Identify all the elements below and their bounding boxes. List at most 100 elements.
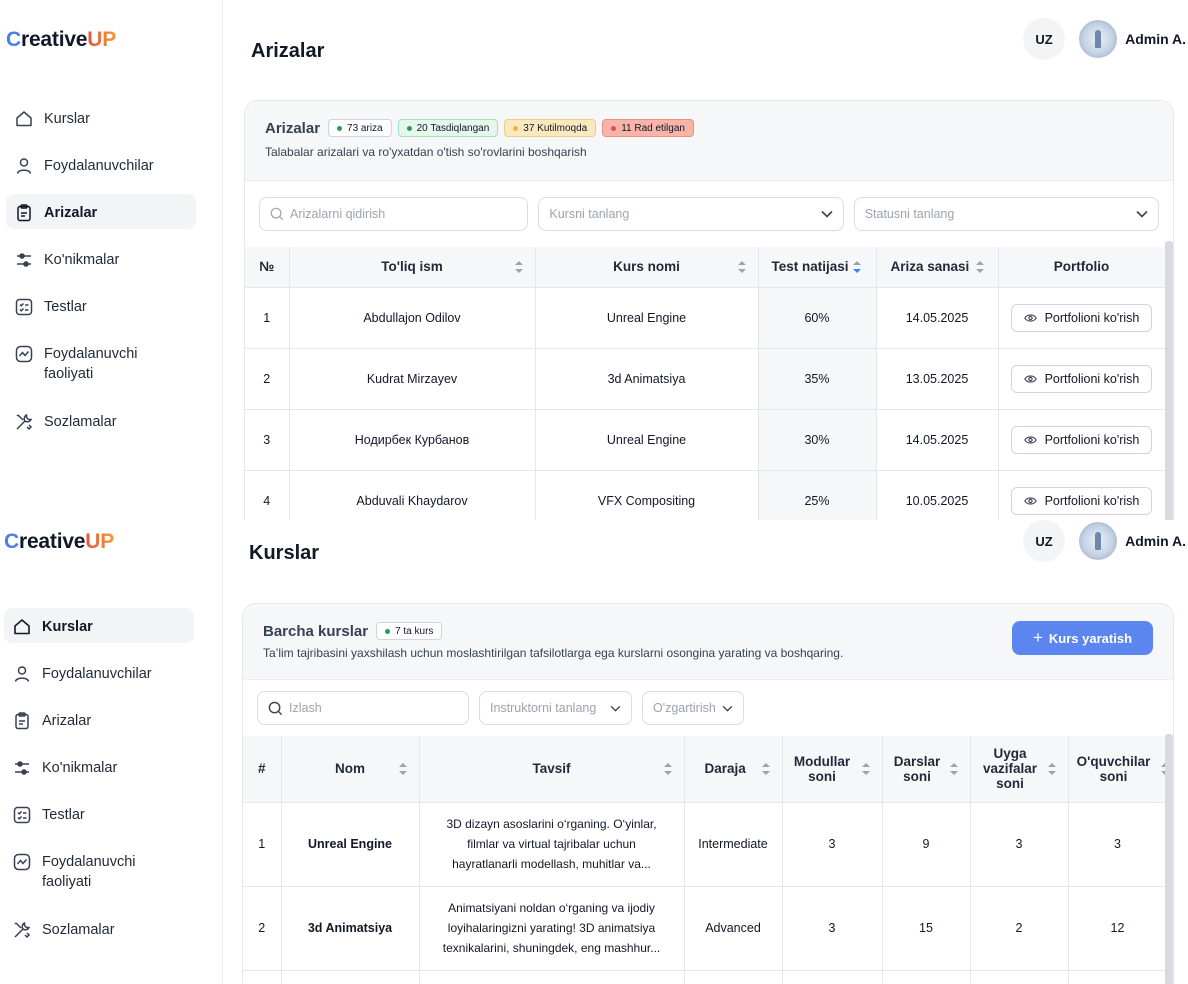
tools-icon <box>14 412 34 432</box>
table-row: 4 Abduvali Khaydarov VFX Compositing 25%… <box>245 470 1166 520</box>
applicant-name: Нодирбек Курбанов <box>289 409 536 471</box>
view-portfolio-button[interactable]: Portfolioni ko'rish <box>1010 303 1153 332</box>
chevron-down-icon <box>610 705 621 712</box>
sort-icon <box>949 762 958 775</box>
applications-card: Arizalar 73 ariza 20 Tasdiqlangan 37 Kutilm… <box>244 100 1174 520</box>
col-test-result[interactable]: Test natijasi <box>758 247 877 288</box>
row-number: 2 <box>245 348 290 410</box>
sidebar-item-label: Kurslar <box>44 111 90 127</box>
row-number: 1 <box>245 287 290 349</box>
table-row <box>243 970 1168 984</box>
table-scrollbar[interactable] <box>1165 241 1173 520</box>
course-level: Intermediate <box>684 802 783 887</box>
test-score: 25% <box>758 470 877 520</box>
col-fullname[interactable]: To'liq ism <box>289 247 536 288</box>
eye-icon <box>1023 435 1037 444</box>
user-name[interactable]: Admin A. <box>1125 31 1186 47</box>
user-icon <box>14 156 34 176</box>
col-name[interactable]: Nom <box>281 736 420 803</box>
table-row: 1 Unreal Engine 3D dizayn asoslarini o‘r… <box>243 802 1168 887</box>
creativeup-logo[interactable]: CreativeUP <box>4 530 114 554</box>
sidebar-item-arizalar[interactable]: Arizalar <box>4 702 194 737</box>
chevron-down-icon <box>821 210 833 218</box>
sidebar-item-faoliyat[interactable]: Foydalanuvchi faoliyati <box>4 843 194 899</box>
sidebar-item-label: Arizalar <box>42 713 92 729</box>
course-name[interactable]: 3d Animatsiya <box>281 886 420 971</box>
test-score: 60% <box>758 287 877 349</box>
sidebar-item-konikmalar[interactable]: Ko'nikmalar <box>4 749 194 784</box>
course-name: 3d Animatsiya <box>535 348 759 410</box>
search-input[interactable]: Izlash <box>257 691 469 725</box>
instructor-select[interactable]: Instruktorni tanlang <box>479 691 632 725</box>
sort-icon <box>663 762 672 775</box>
sidebar-item-konikmalar[interactable]: Ko'nikmalar <box>6 241 196 276</box>
table-row: 1 Abdullajon Odilov Unreal Engine 60% 14… <box>245 287 1166 349</box>
application-date: 14.05.2025 <box>876 409 999 471</box>
sidebar-item-testlar[interactable]: Testlar <box>6 288 196 323</box>
avatar[interactable] <box>1079 522 1118 560</box>
status-select[interactable]: Statusni tanlang <box>853 197 1159 231</box>
user-name[interactable]: Admin A. <box>1125 533 1186 549</box>
course-select[interactable]: Kursni tanlang <box>538 197 844 231</box>
course-description: 3D dizayn asoslarini o‘rganing. O‘yinlar… <box>419 802 685 887</box>
sort-icon <box>861 762 870 775</box>
sidebar-item-label: Kurslar <box>42 619 93 635</box>
card-header: Arizalar 73 ariza 20 Tasdiqlangan 37 Kutilm… <box>245 101 1173 181</box>
activity-icon <box>12 852 32 872</box>
table-scrollbar[interactable] <box>1165 734 1173 984</box>
sidebar-item-label: Sozlamalar <box>44 414 117 430</box>
sidebar-item-sozlamalar[interactable]: Sozlamalar <box>4 911 194 946</box>
creativeup-logo[interactable]: CreativeUP <box>6 28 116 52</box>
sidebar-item-faoliyat[interactable]: Foydalanuvchi faoliyati <box>6 335 196 391</box>
row-number: 4 <box>245 470 290 520</box>
course-name: Unreal Engine <box>535 287 759 349</box>
sort-active-icon <box>852 260 861 273</box>
language-switcher[interactable]: UZ <box>1023 520 1066 562</box>
col-homework[interactable]: Uyga vazifalar soni <box>970 736 1069 803</box>
sidebar-item-label: Ko'nikmalar <box>42 760 118 776</box>
home-icon <box>14 109 34 129</box>
language-switcher[interactable]: UZ <box>1023 18 1066 60</box>
row-number: 3 <box>245 409 290 471</box>
sidebar-item-testlar[interactable]: Testlar <box>4 796 194 831</box>
application-date: 14.05.2025 <box>876 287 999 349</box>
col-course[interactable]: Kurs nomi <box>535 247 759 288</box>
course-count-badge: 7 ta kurs <box>376 622 443 640</box>
view-portfolio-button[interactable]: Portfolioni ko'rish <box>1010 425 1153 454</box>
students-count: 12 <box>1068 886 1168 971</box>
view-portfolio-button[interactable]: Portfolioni ko'rish <box>1010 486 1153 515</box>
sort-icon <box>398 762 407 775</box>
portfolio-cell: Portfolioni ko'rish <box>998 348 1166 410</box>
search-input[interactable]: Arizalarni qidirish <box>259 197 529 231</box>
col-level[interactable]: Daraja <box>684 736 783 803</box>
sidebar-item-arizalar[interactable]: Arizalar <box>6 194 196 229</box>
col-students[interactable]: O'quvchilar soni <box>1068 736 1169 803</box>
arizalar-screen: CreativeUP Kurslar Foydalanuvchilar Ariz… <box>0 0 1188 520</box>
sidebar-item-label: Sozlamalar <box>42 922 115 938</box>
course-name[interactable]: Unreal Engine <box>281 802 420 887</box>
col-description[interactable]: Tavsif <box>419 736 685 803</box>
create-course-button[interactable]: + Kurs yaratish <box>1012 621 1153 655</box>
homework-count: 2 <box>970 886 1069 971</box>
sidebar-item-sozlamalar[interactable]: Sozlamalar <box>6 403 196 438</box>
sort-icon <box>1047 762 1056 775</box>
lessons-count: 9 <box>882 802 971 887</box>
sidebar-item-foydalanuvchilar[interactable]: Foydalanuvchilar <box>4 655 194 690</box>
test-score: 35% <box>758 348 877 410</box>
col-modules[interactable]: Modullar soni <box>782 736 883 803</box>
col-lessons[interactable]: Darslar soni <box>882 736 971 803</box>
change-select[interactable]: O'zgartirish <box>642 691 744 725</box>
modules-count: 3 <box>782 802 883 887</box>
view-portfolio-button[interactable]: Portfolioni ko'rish <box>1010 364 1153 393</box>
search-icon <box>270 207 284 221</box>
user-icon <box>12 664 32 684</box>
sidebar-item-foydalanuvchilar[interactable]: Foydalanuvchilar <box>6 147 196 182</box>
col-date[interactable]: Ariza sanasi <box>876 247 999 288</box>
sliders-icon <box>14 250 34 270</box>
sidebar-item-kurslar[interactable]: Kurslar <box>4 608 194 643</box>
course-description: Animatsiyani noldan o‘rganing va ijodiy … <box>419 886 685 971</box>
clipboard-icon <box>14 203 34 223</box>
sidebar-item-kurslar[interactable]: Kurslar <box>6 100 196 135</box>
avatar[interactable] <box>1079 20 1118 58</box>
sidebar-item-label: Foydalanuvchi faoliyati <box>44 346 138 382</box>
